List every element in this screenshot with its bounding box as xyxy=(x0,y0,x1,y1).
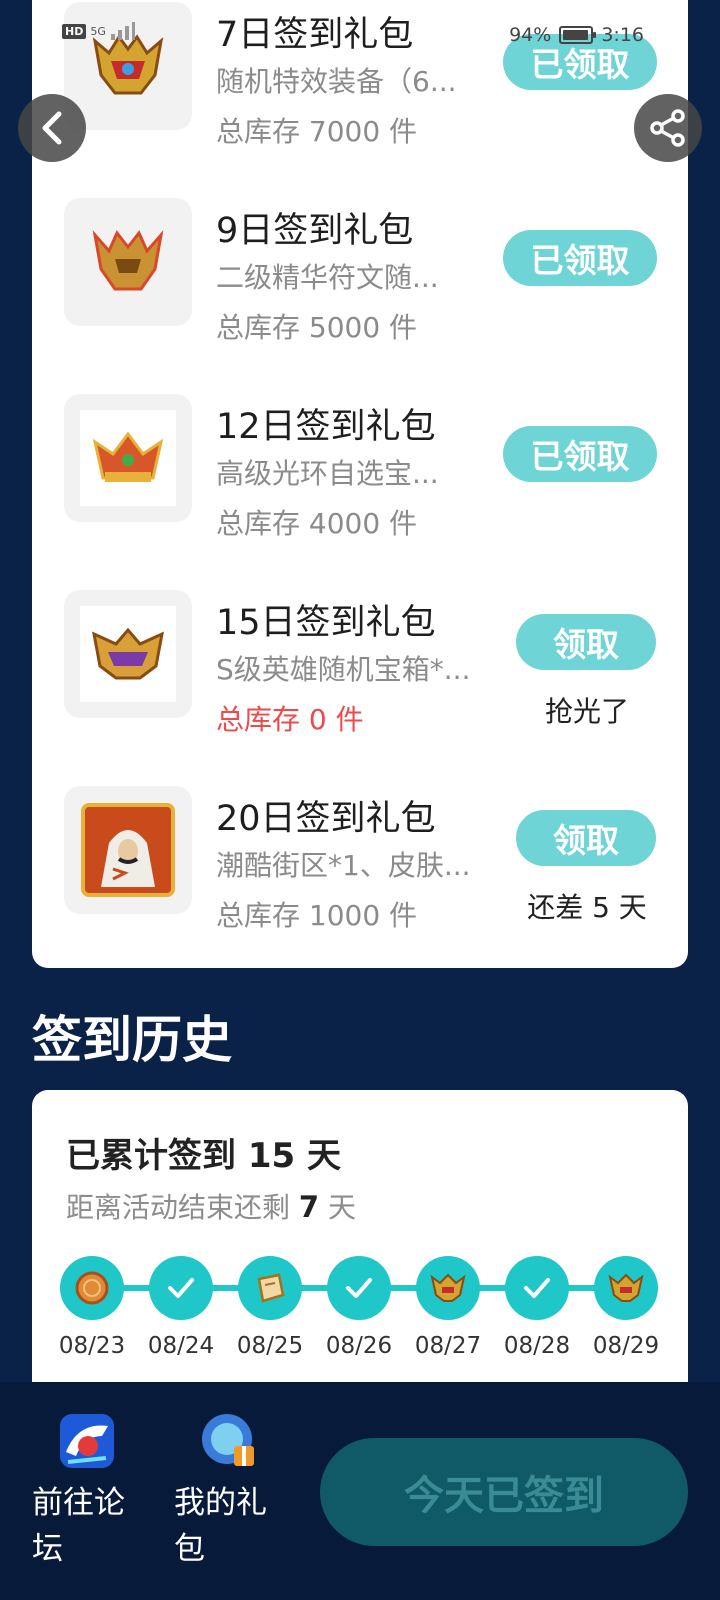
status-bar-right: 94% 3:16 xyxy=(509,24,644,46)
battery-icon xyxy=(559,26,597,44)
gift-title: 7日签到礼包 xyxy=(216,15,414,55)
remain-suffix: 天 xyxy=(328,1191,357,1224)
helmet-icon xyxy=(608,1273,644,1302)
gift-stock: 总库存 5000 件 xyxy=(216,311,418,344)
claim-button[interactable]: 领取 xyxy=(516,810,656,866)
timeline-node xyxy=(505,1256,569,1320)
share-icon xyxy=(650,109,685,147)
claim-button[interactable]: 领取 xyxy=(516,614,656,670)
gift-box-icon xyxy=(202,1414,254,1466)
scroll-icon xyxy=(257,1273,285,1303)
network-label: 5G xyxy=(90,24,106,38)
timeline-date: 08/28 xyxy=(503,1333,571,1359)
gift-stock-empty: 总库存 0 件 xyxy=(216,703,364,736)
total-suffix: 天 xyxy=(307,1136,342,1176)
battery-level xyxy=(563,30,588,40)
timeline-node xyxy=(238,1256,302,1320)
claimed-button[interactable]: 已领取 xyxy=(503,426,657,482)
helmet-icon xyxy=(92,34,164,95)
forum-label: 前往论坛 xyxy=(32,1485,125,1567)
forum-icon xyxy=(60,1414,114,1468)
timeline-node xyxy=(149,1256,213,1320)
signed-in-today-button[interactable]: 今天已签到 xyxy=(320,1438,688,1546)
status-bar-left: HD 5G xyxy=(62,22,136,40)
gift-row: 20日签到礼包 潮酷街区*1、皮肤... 总库存 1000 件 领取 还差 5 … xyxy=(32,786,688,932)
claimed-button[interactable]: 已领取 xyxy=(503,230,657,286)
gift-description: 潮酷街区*1、皮肤... xyxy=(216,849,471,882)
timeline-date: 08/27 xyxy=(414,1333,482,1359)
forum-link[interactable]: 前往论坛 xyxy=(32,1412,142,1572)
hero-avatar-icon xyxy=(101,830,155,887)
timeline-node xyxy=(60,1256,124,1320)
timeline-node xyxy=(594,1256,658,1320)
hd-badge: HD xyxy=(62,23,87,39)
remain-days: 7 xyxy=(298,1190,320,1224)
gift-title: 12日签到礼包 xyxy=(216,407,436,447)
gift-image-frame xyxy=(80,410,176,506)
gift-stock: 总库存 1000 件 xyxy=(216,899,418,932)
timeline-node xyxy=(327,1256,391,1320)
timeline-date: 08/29 xyxy=(592,1333,660,1359)
gift-row: 12日签到礼包 高级光环自选宝... 总库存 4000 件 已领取 xyxy=(32,394,688,540)
gift-thumbnail xyxy=(64,786,192,914)
signal-icon xyxy=(110,22,135,40)
total-signin-summary: 已累计签到 15 天 xyxy=(66,1128,341,1177)
gift-thumbnail xyxy=(64,590,192,718)
days-left-note: 还差 5 天 xyxy=(527,891,647,924)
gift-row: 9日签到礼包 二级精华符文随... 总库存 5000 件 已领取 xyxy=(32,198,688,344)
gift-title: 15日签到礼包 xyxy=(216,603,436,643)
gift-description: 二级精华符文随... xyxy=(216,261,439,294)
coin-icon xyxy=(75,1271,109,1305)
helmet-icon xyxy=(92,229,164,291)
gift-image-frame xyxy=(80,606,176,702)
gift-description: S级英雄随机宝箱*... xyxy=(216,653,471,686)
clock: 3:16 xyxy=(601,24,644,46)
share-button[interactable] xyxy=(634,94,702,162)
gift-stock: 总库存 4000 件 xyxy=(216,507,418,540)
avatar-frame xyxy=(81,803,175,897)
back-button[interactable] xyxy=(18,94,86,162)
gift-list-card: 7日签到礼包 随机特效装备（6... 总库存 7000 件 已领取 9日签到礼包… xyxy=(32,0,688,968)
battery-percent: 94% xyxy=(509,24,552,46)
gift-description: 高级光环自选宝... xyxy=(216,457,439,490)
check-icon xyxy=(524,1278,550,1298)
history-heading: 签到历史 xyxy=(32,1011,232,1069)
mask-icon xyxy=(91,627,165,680)
timeline-date: 08/25 xyxy=(236,1333,304,1359)
my-gifts-label: 我的礼包 xyxy=(174,1485,267,1567)
gift-thumbnail xyxy=(64,198,192,326)
timeline-node xyxy=(416,1256,480,1320)
gift-description: 随机特效装备（6... xyxy=(216,65,457,98)
helmet-icon xyxy=(430,1273,466,1302)
timeline-date: 08/23 xyxy=(58,1333,126,1359)
sold-out-note: 抢光了 xyxy=(544,695,629,728)
gift-stock: 总库存 7000 件 xyxy=(216,115,418,148)
timeline-date: 08/26 xyxy=(325,1333,393,1359)
total-prefix: 已累计签到 xyxy=(66,1136,236,1176)
total-days: 15 xyxy=(247,1136,296,1176)
gift-title: 9日签到礼包 xyxy=(216,211,414,251)
remain-prefix: 距离活动结束还剩 xyxy=(66,1191,291,1224)
gift-title: 20日签到礼包 xyxy=(216,799,436,839)
check-icon xyxy=(168,1278,194,1298)
check-icon xyxy=(346,1278,372,1298)
remaining-days-summary: 距离活动结束还剩 7 天 xyxy=(66,1186,356,1226)
bottom-action-bar: 前往论坛 我的礼包 今天已签到 xyxy=(0,1382,720,1600)
timeline-date: 08/24 xyxy=(147,1333,215,1359)
my-gifts-link[interactable]: 我的礼包 xyxy=(174,1412,284,1572)
gift-thumbnail xyxy=(64,394,192,522)
chevron-left-icon xyxy=(42,111,62,145)
crown-icon xyxy=(92,431,164,482)
gift-row: 15日签到礼包 S级英雄随机宝箱*... 总库存 0 件 领取 抢光了 xyxy=(32,590,688,736)
